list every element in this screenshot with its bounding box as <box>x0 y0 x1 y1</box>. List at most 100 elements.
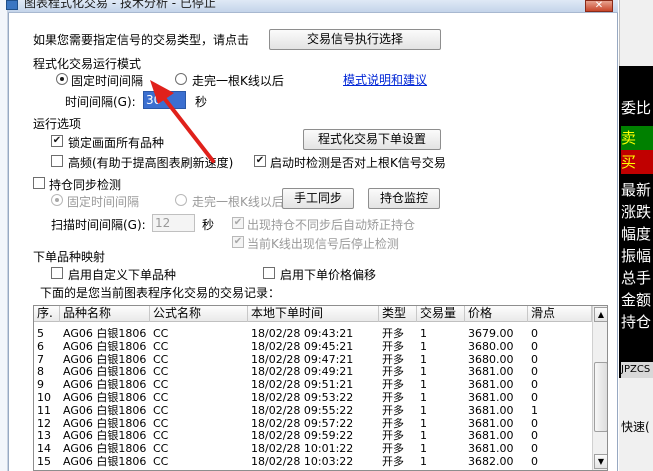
table-cell: CC <box>153 430 169 443</box>
sync-radio-fixed-interval[interactable] <box>51 194 63 206</box>
table-cell: 0 <box>531 328 538 340</box>
table-cell: 18/02/28 09:57:22 <box>251 417 354 430</box>
signal-execution-select-button[interactable]: 交易信号执行选择 <box>269 29 441 50</box>
position-sync-checkbox[interactable] <box>33 177 45 189</box>
column-header[interactable]: 公式名称 <box>150 306 248 322</box>
mode-help-link[interactable]: 模式说明和建议 <box>343 71 427 88</box>
order-mapping-divider <box>106 256 606 257</box>
check-on-start-label: 启动时检测是否对上根K信号交易 <box>270 156 446 170</box>
checkmark-icon: ✔ <box>233 217 243 228</box>
lock-chart-checkbox[interactable]: ✔ <box>51 135 63 147</box>
table-row[interactable]: 12 AG06 白银1806 CC 18/02/28 09:57:22 开多 1 3681.… <box>34 418 592 430</box>
app-icon <box>6 0 18 10</box>
table-cell: 18/02/28 10:01:22 <box>251 443 354 456</box>
table-cell: 3681.00 <box>468 430 514 443</box>
sync-radio-after-kline-label: 走完一根K线以后 <box>192 195 284 209</box>
records-caption: 下面的是您当前图表程序化交易的交易记录： <box>40 286 281 300</box>
scan-interval-input[interactable]: 12 <box>152 214 195 232</box>
quote-label: 最新 <box>621 181 652 199</box>
table-cell: 3680.00 <box>468 340 514 353</box>
table-row[interactable]: 15 AG06 白银1806 CC 18/02/28 10:03:22 开多 1 3682.… <box>34 456 592 468</box>
auto-fix-checkbox[interactable]: ✔ <box>232 217 244 229</box>
lock-chart-label: 锁定画面所有品种 <box>68 136 165 150</box>
options-group-divider <box>92 123 606 124</box>
table-cell: AG06 白银1806 <box>63 328 147 340</box>
column-header[interactable]: 交易量 <box>417 306 465 322</box>
table-cell: 3681.00 <box>468 404 514 417</box>
table-cell: 1 <box>420 379 427 392</box>
table-cell: AG06 白银1806 <box>63 456 147 468</box>
column-header[interactable]: 类型 <box>379 306 417 322</box>
radio-after-kline[interactable] <box>175 73 187 85</box>
table-cell: AG06 白银1806 <box>63 430 147 443</box>
table-cell: 0 <box>531 417 538 430</box>
radio-after-kline-label: 走完一根K线以后 <box>192 74 284 88</box>
stop-on-kline-label: 当前K线出现信号后停止检测 <box>247 237 399 251</box>
table-row[interactable]: 13 AG06 白银1806 CC 18/02/28 09:59:22 开多 1 3681.… <box>34 430 592 442</box>
position-monitor-button[interactable]: 持仓监控 <box>368 188 440 209</box>
order-settings-button[interactable]: 程式化交易下单设置 <box>303 129 441 150</box>
scroll-down-icon[interactable]: ▼ <box>594 454 607 469</box>
column-header[interactable]: 价格 <box>465 306 528 322</box>
table-cell: 3680.00 <box>468 353 514 366</box>
table-cell: CC <box>153 443 169 456</box>
table-cell: 12 <box>37 417 51 430</box>
table-cell: 3681.00 <box>468 443 514 456</box>
table-row[interactable]: 6 AG06 白银1806 CC 18/02/28 09:45:21 开多 1 3680.0… <box>34 341 592 353</box>
table-row[interactable]: 9 AG06 白银1806 CC 18/02/28 09:51:21 开多 1 3681.0… <box>34 379 592 391</box>
table-cell: 5 <box>37 328 44 340</box>
column-header[interactable]: 品种名称 <box>60 306 150 322</box>
table-row[interactable]: 5 AG06 白银1806 CC 18/02/28 09:43:21 开多 1 3679.0… <box>34 328 592 340</box>
scroll-up-icon[interactable]: ▲ <box>594 307 607 322</box>
table-cell: 18/02/28 09:59:22 <box>251 430 354 443</box>
table-row[interactable]: 8 AG06 白银1806 CC 18/02/28 09:49:21 开多 1 3681.0… <box>34 366 592 378</box>
table-cell: 18/02/28 10:03:22 <box>251 456 354 468</box>
table-row[interactable]: 14 AG06 白银1806 CC 18/02/28 10:01:22 开多 1 3681.… <box>34 443 592 455</box>
manual-sync-button[interactable]: 手工同步 <box>282 188 354 209</box>
table-cell: 18/02/28 09:49:21 <box>251 366 354 379</box>
quote-label: 幅度 <box>621 225 652 243</box>
mode-group-divider <box>196 63 606 64</box>
interval-label: 时间间隔(G): <box>65 95 136 109</box>
column-header[interactable]: 本地下单时间 <box>248 306 379 322</box>
trade-records-table[interactable]: 序. 品种名称 公式名称 本地下单时间 类型 交易量 价格 滑点 5 AG06 白银1806 CC… <box>33 305 608 471</box>
table-cell: 14 <box>37 443 51 456</box>
table-cell: 10 <box>37 392 51 404</box>
radio-fixed-interval[interactable] <box>56 73 68 85</box>
checkmark-icon: ✔ <box>255 155 265 166</box>
table-cell: 开多 <box>382 456 404 468</box>
column-header[interactable]: 序. <box>34 306 60 322</box>
stop-on-kline-checkbox[interactable]: ✔ <box>232 236 244 248</box>
interval-input[interactable]: 30 <box>143 91 186 109</box>
check-on-start-checkbox[interactable]: ✔ <box>254 155 266 167</box>
table-cell: 开多 <box>382 430 404 443</box>
table-cell: 1 <box>420 328 427 340</box>
column-header[interactable]: 滑点 <box>528 306 592 322</box>
checkmark-icon: ✔ <box>52 135 62 146</box>
custom-symbol-checkbox[interactable] <box>51 267 63 279</box>
table-cell: 1 <box>420 340 427 353</box>
vertical-scrollbar[interactable]: ▲ ▼ <box>592 306 607 470</box>
table-row[interactable]: 10 AG06 白银1806 CC 18/02/28 09:53:22 开多 1 3681.… <box>34 392 592 404</box>
table-row[interactable]: 11 AG06 白银1806 CC 18/02/28 09:55:22 开多 1 3681.… <box>34 405 592 417</box>
table-cell: 0 <box>531 340 538 353</box>
table-cell: 11 <box>37 404 51 417</box>
close-button[interactable]: ✕ <box>585 0 613 12</box>
table-cell: 1 <box>420 353 427 366</box>
sync-radio-after-kline[interactable] <box>175 194 187 206</box>
options-group-title: 运行选项 <box>33 117 82 131</box>
table-cell: 1 <box>420 392 427 404</box>
table-cell: 0 <box>531 366 538 379</box>
price-offset-label: 启用下单价格偏移 <box>280 268 377 282</box>
table-cell: 1 <box>531 404 538 417</box>
table-cell: CC <box>153 379 169 392</box>
table-cell: AG06 白银1806 <box>63 417 147 430</box>
table-cell: 0 <box>531 392 538 404</box>
table-cell: AG06 白银1806 <box>63 443 147 456</box>
mode-group-title: 程式化交易运行模式 <box>33 57 142 71</box>
scroll-thumb[interactable] <box>594 362 607 432</box>
high-freq-checkbox[interactable] <box>51 155 63 167</box>
table-cell: 8 <box>37 366 44 379</box>
table-row[interactable]: 7 AG06 白银1806 CC 18/02/28 09:47:21 开多 1 3680.0… <box>34 354 592 366</box>
price-offset-checkbox[interactable] <box>263 267 275 279</box>
